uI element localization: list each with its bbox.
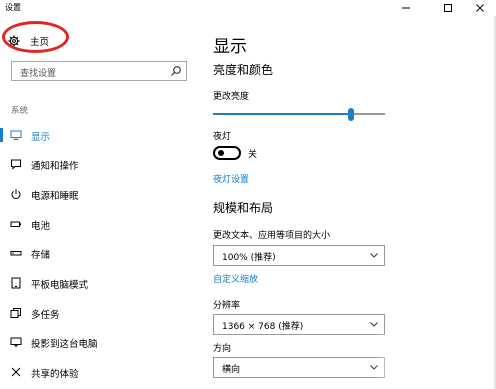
window-title: 设置 <box>5 3 21 12</box>
sidebar-item-label: 通知和操作 <box>31 161 79 172</box>
scale-dropdown-value: 100% (推荐) <box>222 253 276 263</box>
brightness-heading: 亮度和颜色 <box>213 63 274 77</box>
red-annotation-circle <box>2 21 69 53</box>
orientation-label: 方向 <box>213 344 232 354</box>
sidebar-item-label: 投影到这台电脑 <box>31 339 98 350</box>
search-icon[interactable] <box>170 65 182 77</box>
brightness-slider[interactable] <box>213 108 385 121</box>
notification-icon <box>11 159 21 170</box>
sidebar-item-project[interactable]: 投影到这台电脑 <box>0 331 190 353</box>
night-light-state: 关 <box>248 150 258 160</box>
night-light-toggle[interactable] <box>213 146 241 160</box>
maximize-button[interactable] <box>434 0 462 16</box>
multitask-icon <box>10 308 21 318</box>
chevron-down-icon <box>370 253 378 258</box>
sidebar-item-label: 电源和睡眠 <box>31 191 79 202</box>
chevron-down-icon <box>370 322 378 327</box>
minimize-button[interactable] <box>392 0 420 16</box>
project-icon <box>10 337 22 348</box>
night-light-label: 夜灯 <box>213 132 232 142</box>
sidebar-item-label: 电池 <box>31 221 51 232</box>
photo-glare <box>374 334 496 389</box>
orientation-dropdown[interactable]: 横向 <box>213 357 385 378</box>
sidebar-item-notifications[interactable]: 通知和操作 <box>0 153 190 175</box>
battery-icon <box>10 221 21 227</box>
night-light-settings-link[interactable]: 夜灯设置 <box>213 172 249 185</box>
sidebar-item-label: 平板电脑模式 <box>31 280 89 291</box>
toggle-knob <box>218 150 224 156</box>
resolution-dropdown[interactable]: 1366 × 768 (推荐) <box>213 314 385 335</box>
orientation-dropdown-value: 横向 <box>222 365 241 375</box>
search-placeholder: 查找设置 <box>20 69 57 79</box>
active-indicator <box>0 128 3 142</box>
slider-track <box>351 113 385 115</box>
tablet-icon <box>11 277 21 289</box>
custom-scaling-link[interactable]: 自定义缩放 <box>213 272 258 285</box>
title-bar: 设置 <box>0 0 496 16</box>
resolution-label: 分辨率 <box>213 301 241 311</box>
sidebar-item-multitasking[interactable]: 多任务 <box>0 302 190 324</box>
close-icon <box>476 4 484 12</box>
sidebar-item-shared-experiences[interactable]: 共享的体验 <box>0 361 190 383</box>
monitor-icon <box>10 130 22 140</box>
settings-window: 设置 主页 查找设置 系统 显示 通知和操作 电源和睡眠 电池 存储 平板电脑模… <box>0 0 496 389</box>
minimize-icon <box>402 7 410 9</box>
sidebar-item-display[interactable]: 显示 <box>0 124 190 146</box>
brightness-label: 更改亮度 <box>213 92 250 102</box>
close-button[interactable] <box>466 0 494 16</box>
search-input[interactable]: 查找设置 <box>11 61 187 81</box>
sidebar-item-label: 显示 <box>31 132 51 143</box>
scale-dropdown[interactable]: 100% (推荐) <box>213 245 385 266</box>
sidebar-item-label: 共享的体验 <box>31 369 79 380</box>
sidebar-item-tablet-mode[interactable]: 平板电脑模式 <box>0 272 190 294</box>
slider-fill <box>213 113 351 115</box>
scale-layout-heading: 规模和布局 <box>213 201 274 215</box>
slider-thumb[interactable] <box>348 108 354 121</box>
scale-label: 更改文本、应用等项目的大小 <box>213 231 331 241</box>
sidebar-item-label: 存储 <box>31 250 51 261</box>
section-label-system: 系统 <box>11 106 29 116</box>
maximize-icon <box>444 4 452 12</box>
share-icon <box>11 367 21 377</box>
power-icon <box>11 189 21 199</box>
sidebar-item-storage[interactable]: 存储 <box>0 242 190 264</box>
sidebar-item-battery[interactable]: 电池 <box>0 213 190 235</box>
sidebar-item-power[interactable]: 电源和睡眠 <box>0 183 190 205</box>
storage-icon <box>10 251 22 256</box>
page-title: 显示 <box>213 37 247 57</box>
sidebar-item-label: 多任务 <box>31 310 60 321</box>
resolution-dropdown-value: 1366 × 768 (推荐) <box>222 322 304 332</box>
